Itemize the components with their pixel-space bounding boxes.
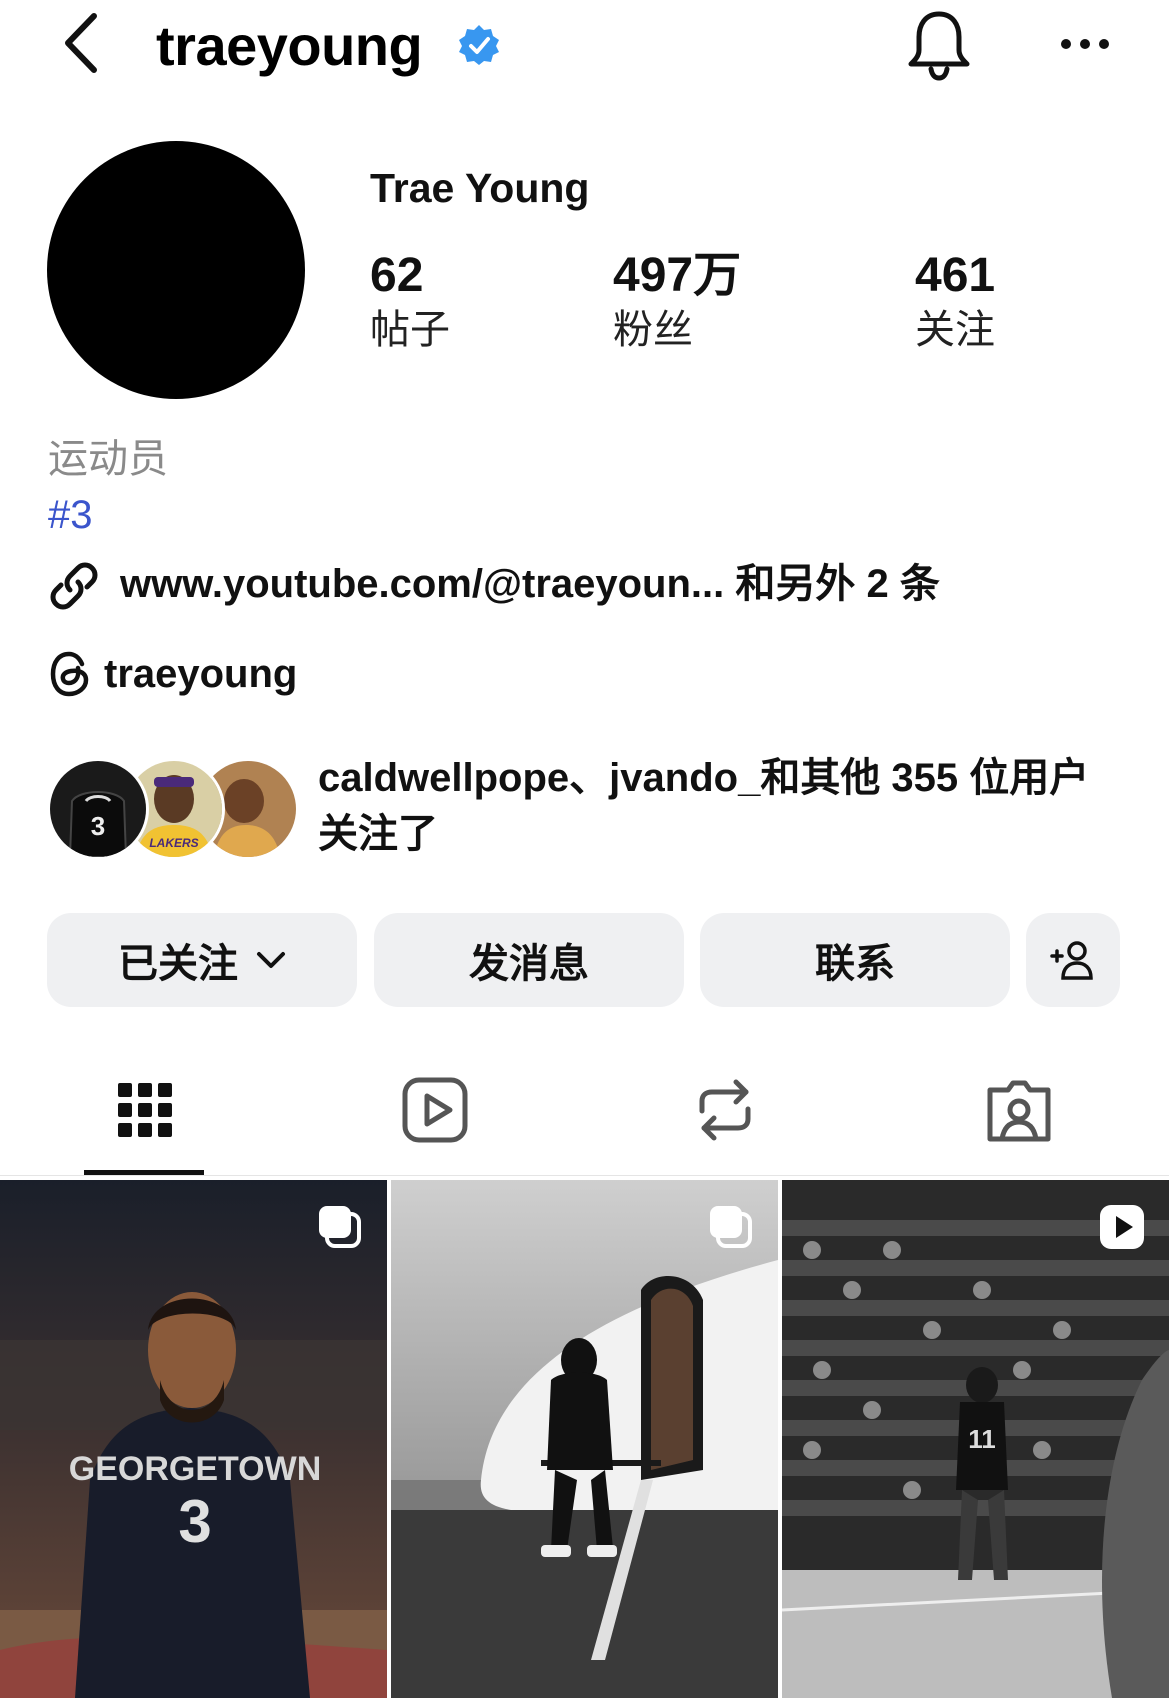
svg-text:3: 3 [91, 811, 105, 841]
threads-handle[interactable]: traeyoung [104, 646, 297, 702]
message-button-label: 发消息 [469, 942, 589, 986]
svg-text:LAKERS: LAKERS [149, 836, 198, 850]
message-button[interactable]: 发消息 [374, 913, 684, 1007]
stat-posts-label: 帖子 [370, 308, 450, 352]
carousel-icon [319, 1206, 361, 1248]
post-image [391, 1180, 778, 1698]
reels-icon[interactable] [400, 1075, 470, 1145]
chevron-down-icon [257, 952, 285, 968]
mutual-follower-avatars[interactable]: 3 LAKERS [47, 758, 299, 860]
stat-posts-value: 62 [370, 249, 424, 302]
mutual-avatar: 3 [47, 758, 149, 860]
back-icon[interactable] [58, 10, 108, 76]
stat-following[interactable]: 461 关注 [915, 246, 1135, 356]
more-icon[interactable] [1058, 24, 1112, 64]
contact-button-label: 联系 [815, 942, 895, 986]
bio-hashtag[interactable]: #3 [48, 488, 93, 542]
contact-button[interactable]: 联系 [700, 913, 1010, 1007]
post-image: 11 [782, 1180, 1169, 1698]
display-name: Trae Young [370, 165, 590, 211]
profile-avatar[interactable] [47, 141, 305, 399]
stat-following-value: 461 [915, 249, 996, 302]
post-tile[interactable]: GEORGETOWN 3 [0, 1180, 387, 1698]
post-image: GEORGETOWN 3 [0, 1180, 387, 1698]
followed-by-text[interactable]: caldwellpope、jvando_和其他 355 位用户关注了 [318, 750, 1118, 862]
tagged-icon[interactable] [984, 1075, 1054, 1145]
bell-icon[interactable] [904, 8, 974, 82]
svg-text:GEORGETOWN: GEORGETOWN [69, 1450, 322, 1488]
svg-text:11: 11 [968, 1424, 996, 1454]
add-user-icon [1050, 941, 1093, 980]
tab-divider [0, 1175, 1169, 1176]
reposts-icon[interactable] [690, 1075, 760, 1145]
following-button[interactable]: 已关注 [47, 913, 357, 1007]
profile-category: 运动员 [48, 437, 168, 481]
carousel-icon [710, 1206, 752, 1248]
grid-icon[interactable] [110, 1075, 180, 1145]
profile-username: traeyoung [156, 14, 423, 77]
post-tile[interactable]: 11 [782, 1180, 1169, 1698]
bio-link[interactable]: www.youtube.com/@traeyoun... 和另外 2 条 [120, 556, 940, 612]
stat-followers-label: 粉丝 [613, 308, 693, 352]
link-icon [50, 562, 98, 610]
reel-icon [1100, 1205, 1144, 1249]
stat-followers-value: 497万 [613, 249, 742, 302]
post-tile[interactable] [391, 1180, 778, 1698]
stat-followers[interactable]: 497万 粉丝 [613, 246, 833, 356]
verified-badge-icon [459, 25, 499, 65]
suggested-users-button[interactable] [1026, 913, 1120, 1007]
threads-icon [50, 651, 89, 697]
svg-text:3: 3 [178, 1488, 211, 1555]
stat-following-label: 关注 [915, 308, 995, 352]
stat-posts[interactable]: 62 帖子 [370, 246, 590, 356]
following-button-label: 已关注 [118, 942, 238, 986]
